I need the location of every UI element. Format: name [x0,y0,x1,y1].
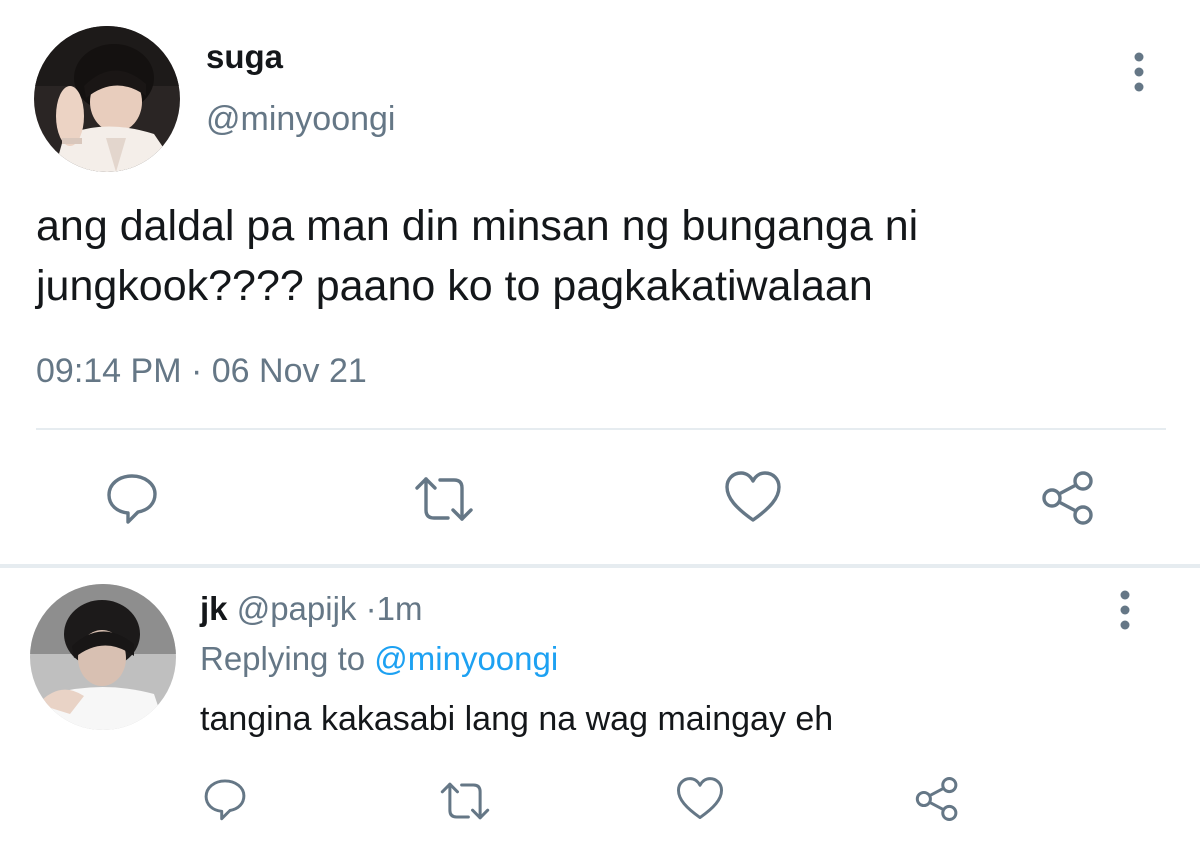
heart-icon[interactable] [676,776,724,821]
handle[interactable]: @papijk [237,590,357,627]
thread-divider [0,564,1200,568]
replying-to: Replying to @minyoongi [200,640,558,678]
tweet-time: 09:14 PM [36,352,182,390]
tweet-text: tangina kakasabi lang na wag maingay eh [200,700,834,738]
divider [36,428,1166,430]
avatar[interactable] [34,26,180,172]
more-vertical-icon[interactable] [1124,48,1154,98]
retweet-icon[interactable] [438,780,492,822]
tweet-text: ang daldal pa man din minsan ng bunganga… [36,202,919,310]
tweet-age: 1m [376,590,423,627]
replying-label: Replying to [200,640,366,677]
display-name[interactable]: jk [200,590,228,627]
avatar-photo [34,26,180,172]
meta-separator: · [190,352,203,390]
retweet-icon[interactable] [412,474,476,524]
handle[interactable]: @minyoongi [206,100,396,139]
mention-link[interactable]: @minyoongi [374,640,558,677]
tweet-thread: suga @minyoongi ang daldal pa man din mi… [0,0,1200,850]
display-name[interactable]: suga [206,38,283,76]
share-icon[interactable] [1040,470,1096,526]
meta-separator: · [365,590,377,627]
heart-icon[interactable] [724,470,782,524]
tweet-timestamp: 09:14 PM · 06 Nov 21 [36,352,367,391]
share-icon[interactable] [914,776,960,822]
avatar-photo [30,584,176,730]
more-vertical-icon[interactable] [1110,586,1140,636]
main-tweet: suga @minyoongi ang daldal pa man din mi… [0,0,1200,562]
reply-bubble-icon[interactable] [202,776,248,822]
reply-bubble-icon[interactable] [104,470,160,526]
tweet-date: 06 Nov 21 [211,352,367,390]
reply-header: jk @papijk ·1m [200,590,422,628]
avatar[interactable] [30,584,176,730]
